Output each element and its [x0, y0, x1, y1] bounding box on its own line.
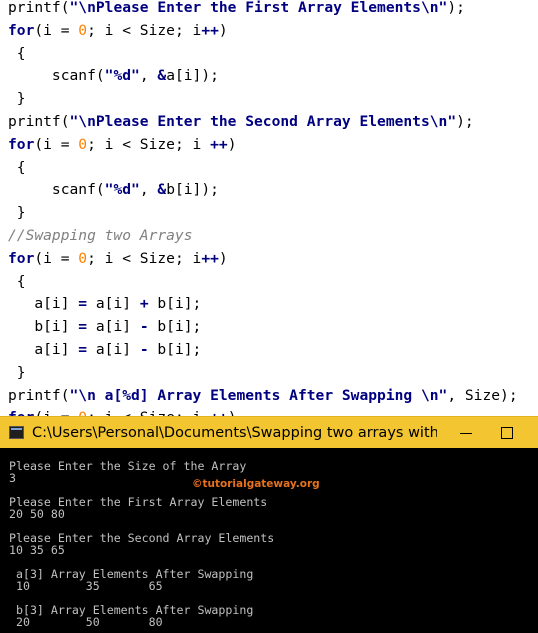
code-token: ; i < Size; i [87, 21, 202, 39]
console-line: 3 [9, 471, 16, 485]
code-line: printf("\n a[%d] Array Elements After Sw… [8, 384, 518, 407]
console-title: C:\Users\Personal\Documents\Swapping two… [32, 425, 437, 441]
code-token: "\nPlease Enter the First Array Elements… [69, 0, 448, 16]
code-token: ++ [201, 21, 219, 39]
console-output[interactable]: ©tutorialgateway.org Please Enter the Si… [0, 448, 538, 633]
code-token: "%d" [104, 67, 140, 85]
code-token: a[i]); [166, 67, 219, 85]
code-line: { [8, 270, 26, 293]
code-token: "\n a[%d] Array Elements After Swapping … [69, 386, 448, 404]
code-token: 0 [78, 249, 88, 267]
code-token: ; i < Size; i [87, 135, 211, 153]
code-token: - [139, 341, 149, 358]
code-token: (i = [34, 249, 79, 267]
code-token: ) [228, 409, 237, 416]
code-line: } [8, 87, 26, 110]
code-token: { [8, 158, 26, 176]
code-line: a[i] = a[i] + b[i]; [8, 292, 201, 315]
console-line: 10 35 65 [9, 579, 163, 593]
code-token: = [78, 341, 88, 358]
console-line: 20 50 80 [9, 615, 163, 629]
watermark: ©tutorialgateway.org [192, 478, 320, 490]
code-line: printf("\nPlease Enter the First Array E… [8, 0, 465, 19]
code-token: scanf( [8, 67, 105, 85]
console-line: Please Enter the Size of the Array [9, 459, 247, 473]
code-token: ; i < Size; i [87, 249, 202, 267]
code-token: ); [456, 113, 474, 130]
code-line: { [8, 156, 26, 179]
console-line: 20 50 80 [9, 507, 65, 521]
code-line: for(i = 0; i < Size; i ++) [8, 133, 236, 156]
maximize-button[interactable] [487, 417, 527, 449]
code-token: } [8, 90, 26, 108]
code-token: { [8, 44, 26, 62]
code-line: b[i] = a[i] - b[i]; [8, 315, 201, 338]
code-token: (i = [34, 135, 79, 153]
console-titlebar[interactable]: C:\Users\Personal\Documents\Swapping two… [0, 416, 538, 448]
code-token: b[i]); [166, 181, 219, 199]
code-token: "%d" [104, 181, 140, 199]
code-token: & [157, 181, 167, 199]
code-token: ) [218, 21, 228, 39]
code-line: scanf("%d", &a[i]); [8, 64, 219, 87]
code-token: a[i] [8, 341, 79, 358]
code-token: 0 [78, 21, 88, 39]
code-token: - [139, 318, 149, 336]
code-token: a[i] [87, 341, 140, 358]
code-line: for(i = 0; i < Size; i++) [8, 247, 228, 270]
code-token: ) [227, 135, 237, 153]
code-token: ++ [201, 249, 219, 267]
console-line: 10 35 65 [9, 543, 65, 557]
code-token: } [8, 363, 26, 381]
code-token: a[i] [87, 318, 140, 336]
code-token: = [78, 295, 88, 313]
code-token: (i = [34, 21, 79, 39]
code-token: + [139, 295, 149, 313]
code-token: for [8, 135, 35, 153]
code-token: , Size); [447, 386, 518, 404]
code-token: for [8, 21, 35, 39]
code-line: } [8, 361, 26, 384]
code-token: ++ [210, 135, 228, 153]
code-line: scanf("%d", &b[i]); [8, 178, 219, 201]
code-token: b[i]; [148, 318, 202, 336]
code-line: for(i = 0; i < Size; i ++) [8, 406, 236, 416]
code-token: } [8, 204, 26, 222]
code-token: printf( [8, 386, 70, 404]
minimize-button[interactable] [446, 417, 486, 449]
code-token: a[i] [87, 295, 140, 313]
code-token: ) [218, 249, 228, 267]
code-line: printf("\nPlease Enter the Second Array … [8, 110, 474, 133]
code-token: , [139, 67, 158, 85]
code-line: { [8, 42, 26, 65]
code-line: a[i] = a[i] - b[i]; [8, 338, 201, 361]
code-token: ; i < Size; i [87, 409, 210, 416]
code-token: (i = [34, 409, 78, 416]
code-editor[interactable]: printf("\nPlease Enter the First Array E… [0, 0, 538, 416]
code-token: , [139, 181, 158, 199]
code-token: printf( [8, 113, 70, 130]
console-window: C:\Users\Personal\Documents\Swapping two… [0, 416, 538, 633]
code-token: for [8, 249, 35, 267]
code-token: "\nPlease Enter the Second Array Element… [69, 113, 457, 130]
code-token: printf( [8, 0, 70, 16]
code-token: ); [447, 0, 465, 16]
code-token: & [157, 67, 167, 85]
code-token: 0 [78, 409, 87, 416]
console-app-icon [9, 426, 24, 439]
code-token: ++ [210, 409, 228, 416]
code-token: 0 [78, 135, 88, 153]
code-token: a[i] [8, 295, 79, 313]
code-token: scanf( [8, 181, 105, 199]
code-token: { [8, 272, 26, 290]
code-token: //Swapping two Arrays [8, 227, 193, 244]
code-token: for [8, 409, 34, 416]
code-token: b[i]; [148, 341, 202, 358]
code-token: b[i] [8, 318, 79, 336]
code-token: = [78, 318, 88, 336]
code-line: } [8, 201, 26, 224]
code-token: b[i]; [148, 295, 202, 313]
code-line: //Swapping two Arrays [8, 224, 193, 247]
code-line: for(i = 0; i < Size; i++) [8, 19, 228, 42]
